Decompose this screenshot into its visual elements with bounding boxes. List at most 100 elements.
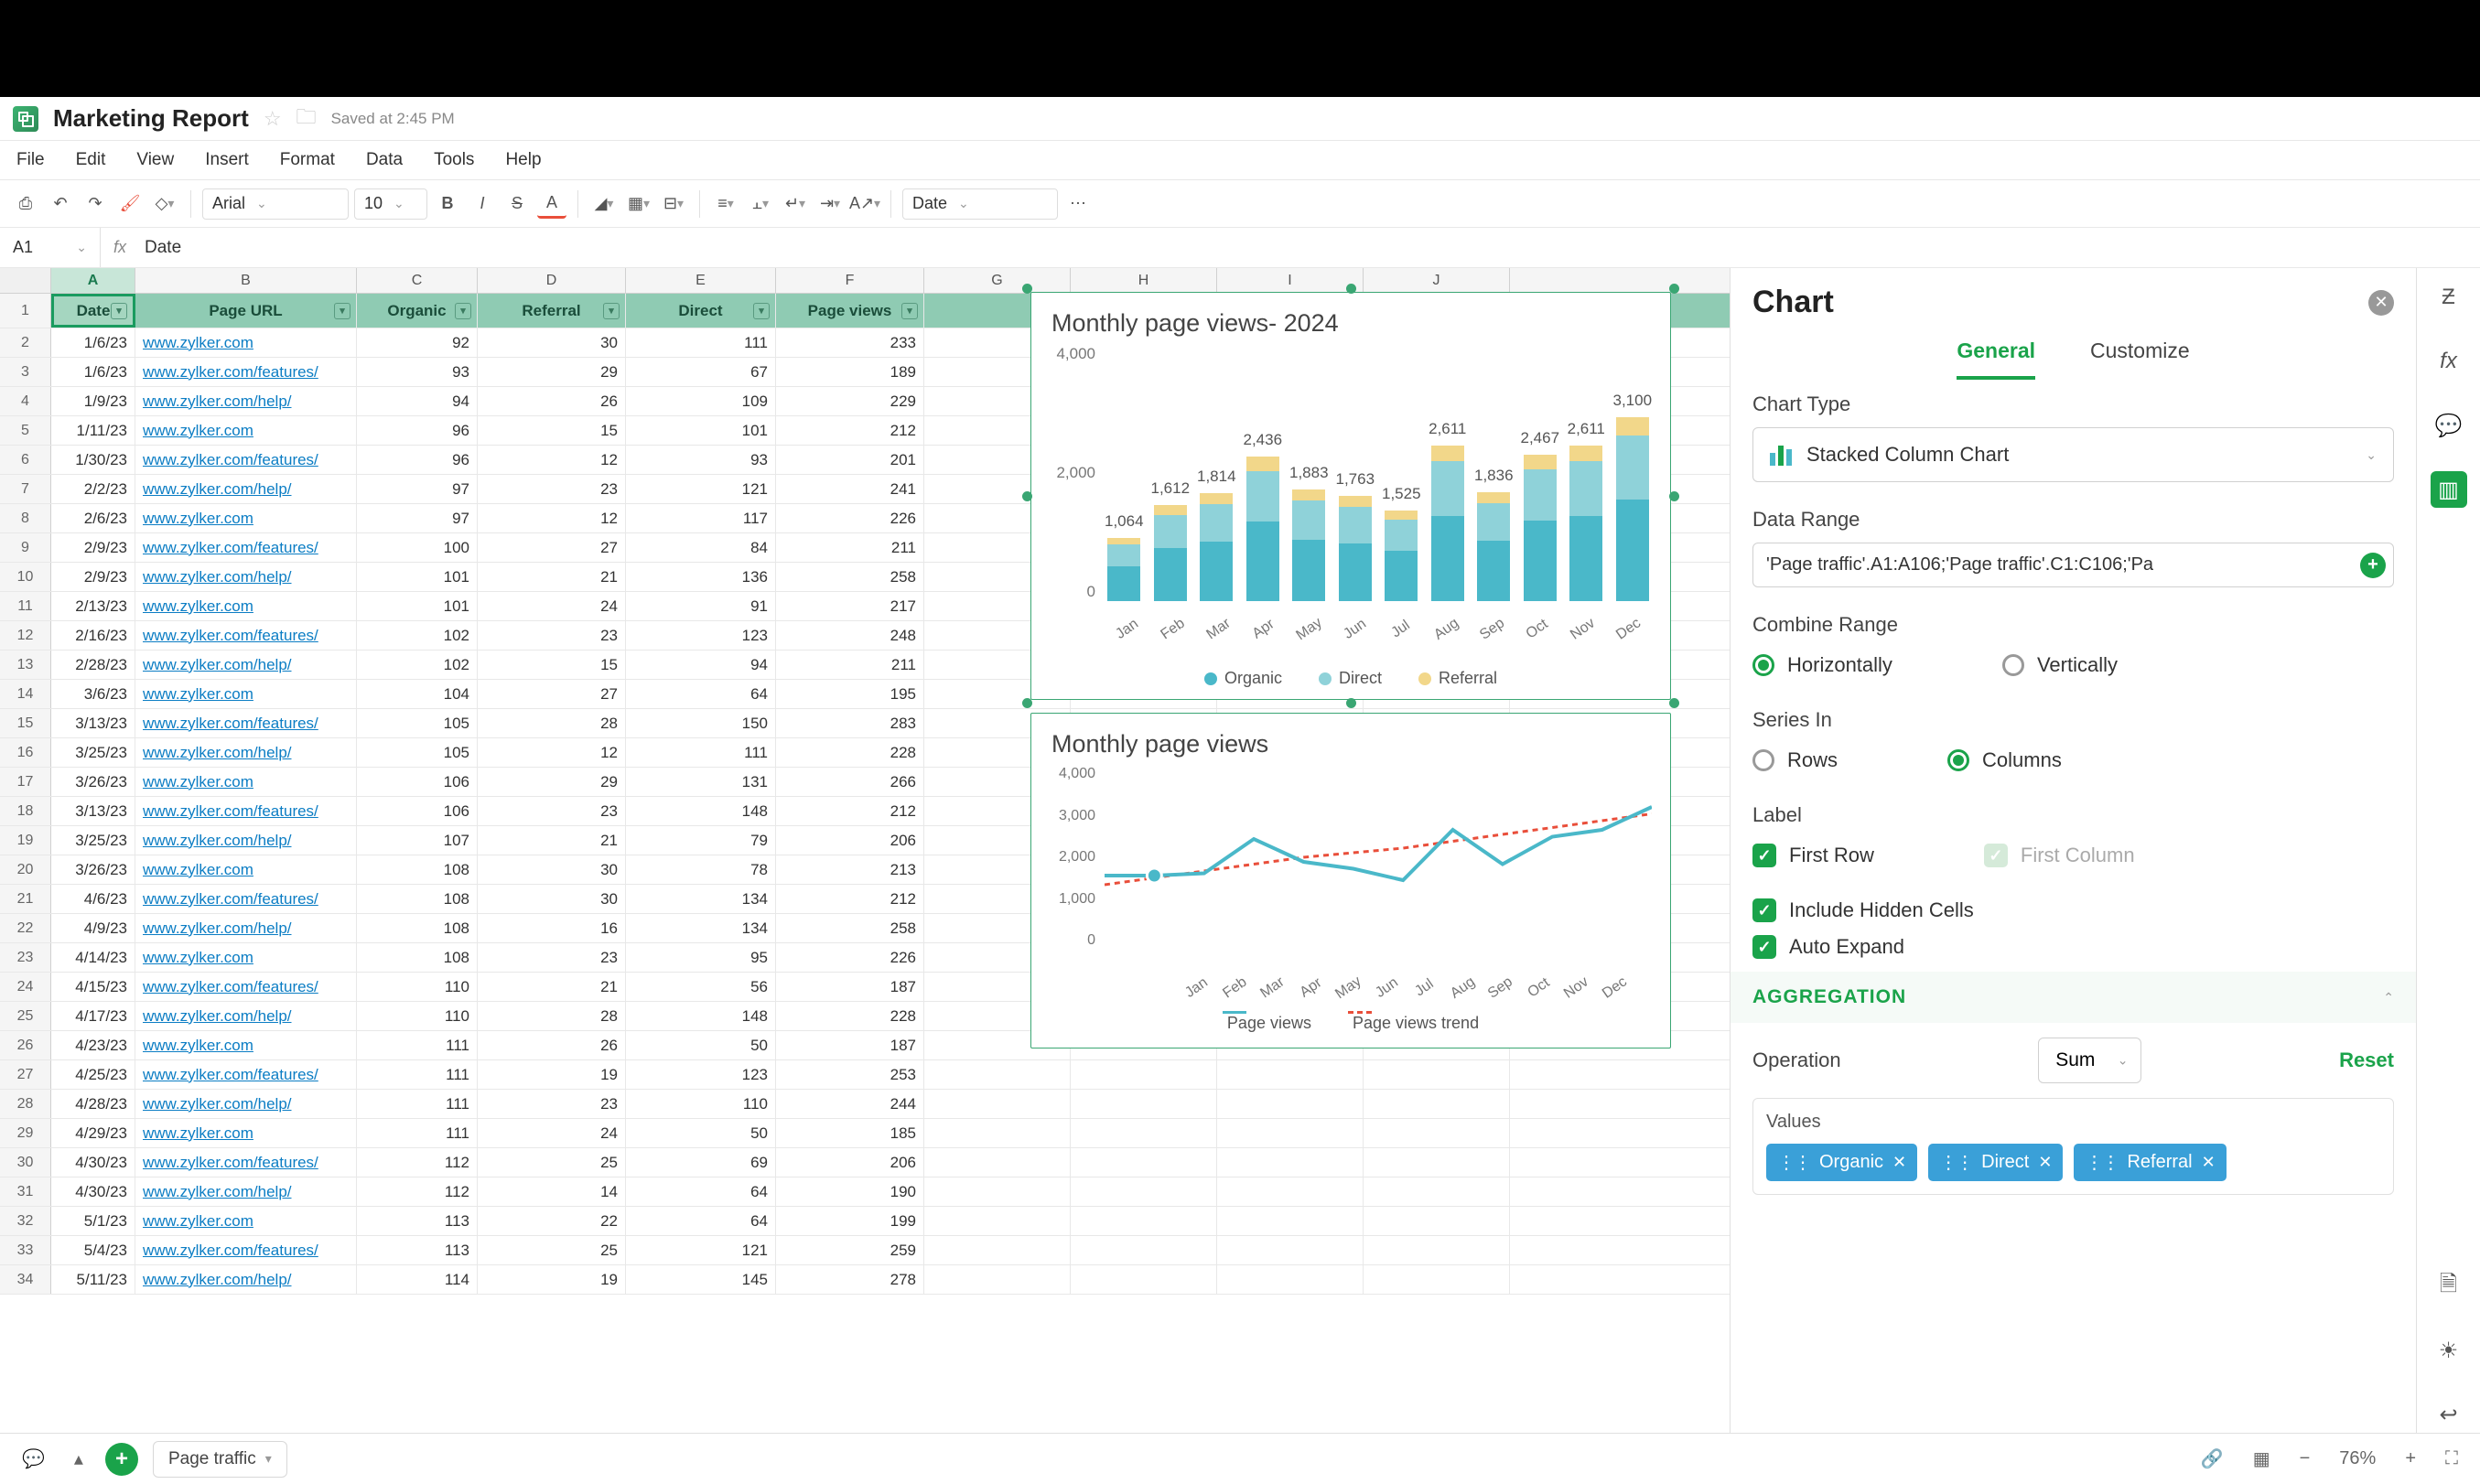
menu-view[interactable]: View bbox=[136, 150, 174, 170]
table-row[interactable]: 335/4/23www.zylker.com/features/11325121… bbox=[0, 1236, 1730, 1265]
remove-chip-icon[interactable]: ✕ bbox=[1892, 1153, 1906, 1172]
sheet-tab[interactable]: Page traffic▾ bbox=[153, 1441, 287, 1478]
check-first-row[interactable]: ✓First Row bbox=[1752, 844, 1874, 867]
font-size-select[interactable]: 10⌄ bbox=[354, 188, 427, 220]
print-icon[interactable]: ⎙ bbox=[11, 189, 40, 219]
wrap-icon[interactable]: ↵▾ bbox=[781, 189, 810, 219]
redo-icon[interactable]: ↷ bbox=[81, 189, 110, 219]
table-row[interactable]: 294/29/23www.zylker.com1112450185 bbox=[0, 1119, 1730, 1148]
more-formats-icon[interactable]: ⋯ bbox=[1063, 189, 1093, 219]
header-cell[interactable]: Date▾ bbox=[51, 294, 135, 328]
col-header-J[interactable]: J bbox=[1364, 268, 1510, 293]
filter-icon[interactable]: ▾ bbox=[603, 303, 620, 319]
remove-chip-icon[interactable]: ✕ bbox=[2202, 1153, 2216, 1172]
header-cell[interactable]: Page URL▾ bbox=[135, 294, 357, 328]
chip-referral[interactable]: ⋮⋮Referral✕ bbox=[2074, 1144, 2226, 1181]
col-header-F[interactable]: F bbox=[776, 268, 924, 293]
undo-icon[interactable]: ↶ bbox=[46, 189, 75, 219]
data-range-input[interactable]: 'Page traffic'.A1:A106;'Page traffic'.C1… bbox=[1752, 543, 2394, 587]
filter-icon[interactable]: ▾ bbox=[901, 303, 918, 319]
feedback-icon[interactable]: ↩ bbox=[2431, 1396, 2467, 1433]
add-sheet-button[interactable]: + bbox=[105, 1443, 138, 1476]
cell-reference-select[interactable]: A1⌄ bbox=[0, 228, 101, 267]
chip-organic[interactable]: ⋮⋮Organic✕ bbox=[1766, 1144, 1917, 1181]
col-header-G[interactable]: G bbox=[924, 268, 1071, 293]
bold-icon[interactable]: B bbox=[433, 189, 462, 219]
text-color-icon[interactable]: A bbox=[537, 189, 566, 219]
col-header-H[interactable]: H bbox=[1071, 268, 1217, 293]
zoom-level[interactable]: 76% bbox=[2332, 1448, 2383, 1469]
folder-icon[interactable]: 🗀 bbox=[297, 102, 317, 136]
filter-icon[interactable]: ▾ bbox=[111, 303, 127, 319]
menu-data[interactable]: Data bbox=[366, 150, 403, 170]
chip-direct[interactable]: ⋮⋮Direct✕ bbox=[1928, 1144, 2063, 1181]
col-header-A[interactable]: A bbox=[51, 268, 135, 293]
strikethrough-icon[interactable]: S bbox=[502, 189, 532, 219]
spreadsheet-grid[interactable]: A B C D E F G H I J 1Date▾Page URL▾Organ… bbox=[0, 268, 1730, 1433]
number-format-select[interactable]: Date⌄ bbox=[902, 188, 1058, 220]
table-row[interactable]: 284/28/23www.zylker.com/help/11123110244 bbox=[0, 1090, 1730, 1119]
header-cell[interactable]: Direct▾ bbox=[626, 294, 776, 328]
check-auto-expand[interactable]: ✓Auto Expand bbox=[1752, 935, 2394, 959]
fx-rail-icon[interactable]: fx bbox=[2431, 343, 2467, 380]
table-row[interactable]: 314/30/23www.zylker.com/help/1121464190 bbox=[0, 1178, 1730, 1207]
col-header-B[interactable]: B bbox=[135, 268, 357, 293]
link-icon[interactable]: 🔗 bbox=[2194, 1447, 2231, 1470]
col-header-D[interactable]: D bbox=[478, 268, 626, 293]
filter-icon[interactable]: ▾ bbox=[334, 303, 350, 319]
header-cell[interactable]: Organic▾ bbox=[357, 294, 478, 328]
halign-icon[interactable]: ≡▾ bbox=[711, 189, 740, 219]
menu-file[interactable]: File bbox=[16, 150, 45, 170]
filter-icon[interactable]: ▾ bbox=[753, 303, 770, 319]
header-cell[interactable]: Page views▾ bbox=[776, 294, 924, 328]
radio-rows[interactable]: Rows bbox=[1752, 748, 1838, 772]
fx-icon[interactable]: fx bbox=[101, 238, 139, 257]
check-include-hidden[interactable]: ✓Include Hidden Cells bbox=[1752, 898, 2394, 922]
select-all-corner[interactable] bbox=[0, 268, 51, 293]
tab-customize[interactable]: Customize bbox=[2090, 339, 2190, 380]
radio-columns[interactable]: Columns bbox=[1947, 748, 2062, 772]
clear-format-icon[interactable]: ◇▾ bbox=[150, 189, 179, 219]
table-row[interactable]: 325/1/23www.zylker.com1132264199 bbox=[0, 1207, 1730, 1236]
grid-icon[interactable]: ▦ bbox=[2246, 1447, 2278, 1470]
col-header-E[interactable]: E bbox=[626, 268, 776, 293]
menu-help[interactable]: Help bbox=[505, 150, 541, 170]
radio-horizontally[interactable]: Horizontally bbox=[1752, 653, 1892, 677]
table-row[interactable]: 304/30/23www.zylker.com/features/1122569… bbox=[0, 1148, 1730, 1178]
chart-line[interactable]: Monthly page views 4,0003,0002,0001,0000… bbox=[1030, 713, 1671, 1048]
chart-rail-icon[interactable]: ▥ bbox=[2431, 471, 2467, 508]
table-row[interactable]: 345/11/23www.zylker.com/help/11419145278 bbox=[0, 1265, 1730, 1295]
fill-color-icon[interactable]: ◢▾ bbox=[589, 189, 619, 219]
menu-tools[interactable]: Tools bbox=[434, 150, 474, 170]
borders-icon[interactable]: ▦▾ bbox=[624, 189, 653, 219]
close-panel-icon[interactable]: ✕ bbox=[2368, 290, 2394, 316]
menu-edit[interactable]: Edit bbox=[76, 150, 106, 170]
zoom-out-button[interactable]: − bbox=[2292, 1448, 2318, 1469]
header-cell[interactable]: Referral▾ bbox=[478, 294, 626, 328]
document-title[interactable]: Marketing Report bbox=[53, 104, 249, 133]
zia-icon[interactable]: Ƶ bbox=[2431, 279, 2467, 316]
chat-icon[interactable]: 💬 bbox=[15, 1447, 52, 1470]
valign-icon[interactable]: ⫠▾ bbox=[746, 189, 775, 219]
add-range-icon[interactable]: + bbox=[2360, 553, 2386, 578]
collapse-icon[interactable]: ⌃ bbox=[2383, 990, 2394, 1005]
table-row[interactable]: 274/25/23www.zylker.com/features/1111912… bbox=[0, 1060, 1730, 1090]
indent-icon[interactable]: ⇥▾ bbox=[815, 189, 845, 219]
operation-select[interactable]: Sum⌄ bbox=[2038, 1038, 2141, 1083]
col-header-C[interactable]: C bbox=[357, 268, 478, 293]
italic-icon[interactable]: I bbox=[468, 189, 497, 219]
text-direction-icon[interactable]: A↗▾ bbox=[850, 189, 879, 219]
formula-input[interactable]: Date bbox=[139, 238, 181, 258]
col-header-I[interactable]: I bbox=[1217, 268, 1364, 293]
star-icon[interactable]: ☆ bbox=[264, 107, 282, 131]
chart-type-select[interactable]: Stacked Column Chart ⌄ bbox=[1752, 427, 2394, 482]
font-family-select[interactable]: Arial⌄ bbox=[202, 188, 349, 220]
chart-stacked-column[interactable]: Monthly page views- 2024 4,0002,0000 1,0… bbox=[1030, 292, 1671, 700]
paint-format-icon[interactable]: 🖌 bbox=[115, 189, 145, 219]
filter-icon[interactable]: ▾ bbox=[455, 303, 471, 319]
zoom-in-button[interactable]: + bbox=[2398, 1448, 2423, 1469]
tab-general[interactable]: General bbox=[1957, 339, 2035, 380]
remove-chip-icon[interactable]: ✕ bbox=[2038, 1153, 2052, 1172]
reset-button[interactable]: Reset bbox=[2339, 1048, 2394, 1072]
comments-icon[interactable]: 💬 bbox=[2431, 407, 2467, 444]
